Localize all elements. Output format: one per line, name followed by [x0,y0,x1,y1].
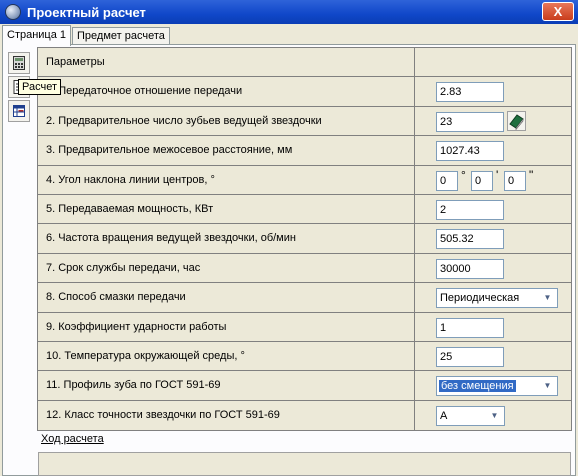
angle-seconds-input[interactable]: 0 [504,170,526,191]
param-row-lubrication: 8. Способ смазки передачи Периодическая … [38,283,571,313]
calculation-progress-link[interactable]: Ход расчета [41,433,104,445]
second-symbol: " [529,167,534,182]
app-icon [5,4,21,20]
window-title: Проектный расчет [27,5,146,20]
reference-book-button[interactable] [507,110,526,131]
table-button[interactable] [8,100,30,122]
param-label: 4. Угол наклона линии центров, ° [38,165,415,194]
tab-calc-subject[interactable]: Предмет расчета [72,27,170,45]
param-label: 9. Коэффициент ударности работы [38,312,415,341]
service-life-input[interactable]: 30000 [436,258,504,279]
param-label: 3. Предварительное межосевое расстояние,… [38,136,415,165]
tab-strip: Страница 1 Предмет расчета [2,25,576,46]
impact-coefficient-input[interactable]: 1 [436,317,504,338]
tab-page-1[interactable]: Страница 1 [2,25,72,46]
degree-symbol: ° [461,167,466,182]
param-row-rpm: 6. Частота вращения ведущей звездочки, о… [38,224,571,254]
param-label: 12. Класс точности звездочки по ГОСТ 591… [38,400,415,431]
param-row-service-life: 7. Срок службы передачи, час 30000 [38,253,571,284]
minute-symbol: ' [496,167,499,182]
param-row-tooth-profile: 11. Профиль зуба по ГОСТ 591-69 без смещ… [38,371,571,401]
calculation-progress-area [38,452,571,476]
params-header: Параметры [38,48,415,77]
param-row-accuracy: 12. Класс точности звездочки по ГОСТ 591… [38,400,571,431]
tooth-profile-select[interactable]: без смещения ▼ [436,376,558,397]
accuracy-class-select[interactable]: А ▼ [436,405,505,426]
param-row-teeth: 2. Предварительное число зубьев ведущей … [38,106,571,137]
tooth-profile-value: без смещения [439,380,516,393]
lubrication-select[interactable]: Периодическая ▼ [436,288,558,309]
param-row-power: 5. Передаваемая мощность, КВт 2 [38,194,571,225]
param-row-angle: 4. Угол наклона линии центров, ° 0 ° 0 '… [38,165,571,195]
param-label: 6. Частота вращения ведущей звездочки, о… [38,224,415,253]
teeth-count-input[interactable]: 23 [436,111,504,132]
param-label: 5. Передаваемая мощность, КВт [38,194,415,224]
param-row-ratio: 1. Передаточное отношение передачи 2.83 [38,77,571,107]
param-row-temperature: 10. Температура окружающей среды, ° 25 [38,341,571,372]
calculator-button[interactable] [8,52,30,74]
param-label: 7. Срок службы передачи, час [38,253,415,283]
param-row-impact: 9. Коэффициент ударности работы 1 [38,312,571,342]
calc-tooltip: Расчет [18,79,61,95]
rpm-input[interactable]: 505.32 [436,229,504,250]
grid-header-row: Параметры [38,48,571,78]
param-label: 8. Способ смазки передачи [38,283,415,312]
param-label: 10. Температура окружающей среды, ° [38,341,415,371]
chevron-down-icon[interactable]: ▼ [540,379,555,393]
lubrication-value: Периодическая [440,292,520,305]
temperature-input[interactable]: 25 [436,346,504,367]
center-distance-input[interactable]: 1027.43 [436,141,504,162]
param-label: 2. Предварительное число зубьев ведущей … [38,106,415,136]
chevron-down-icon[interactable]: ▼ [540,291,555,305]
close-button[interactable]: X [542,2,574,21]
angle-minutes-input[interactable]: 0 [471,170,493,191]
param-label: 1. Передаточное отношение передачи [38,77,415,106]
table-icon [13,105,25,117]
param-row-center-distance: 3. Предварительное межосевое расстояние,… [38,136,571,166]
accuracy-class-value: А [440,409,448,422]
param-label: 11. Профиль зуба по ГОСТ 591-69 [38,371,415,400]
power-input[interactable]: 2 [436,199,504,220]
angle-degrees-input[interactable]: 0 [436,170,458,191]
title-bar: Проектный расчет X [0,0,578,24]
calculator-icon [13,56,25,70]
parameters-grid: Параметры 1. Передаточное отношение пере… [37,47,572,432]
chevron-down-icon[interactable]: ▼ [487,409,502,423]
book-icon [509,114,524,131]
ratio-input[interactable]: 2.83 [436,82,504,103]
